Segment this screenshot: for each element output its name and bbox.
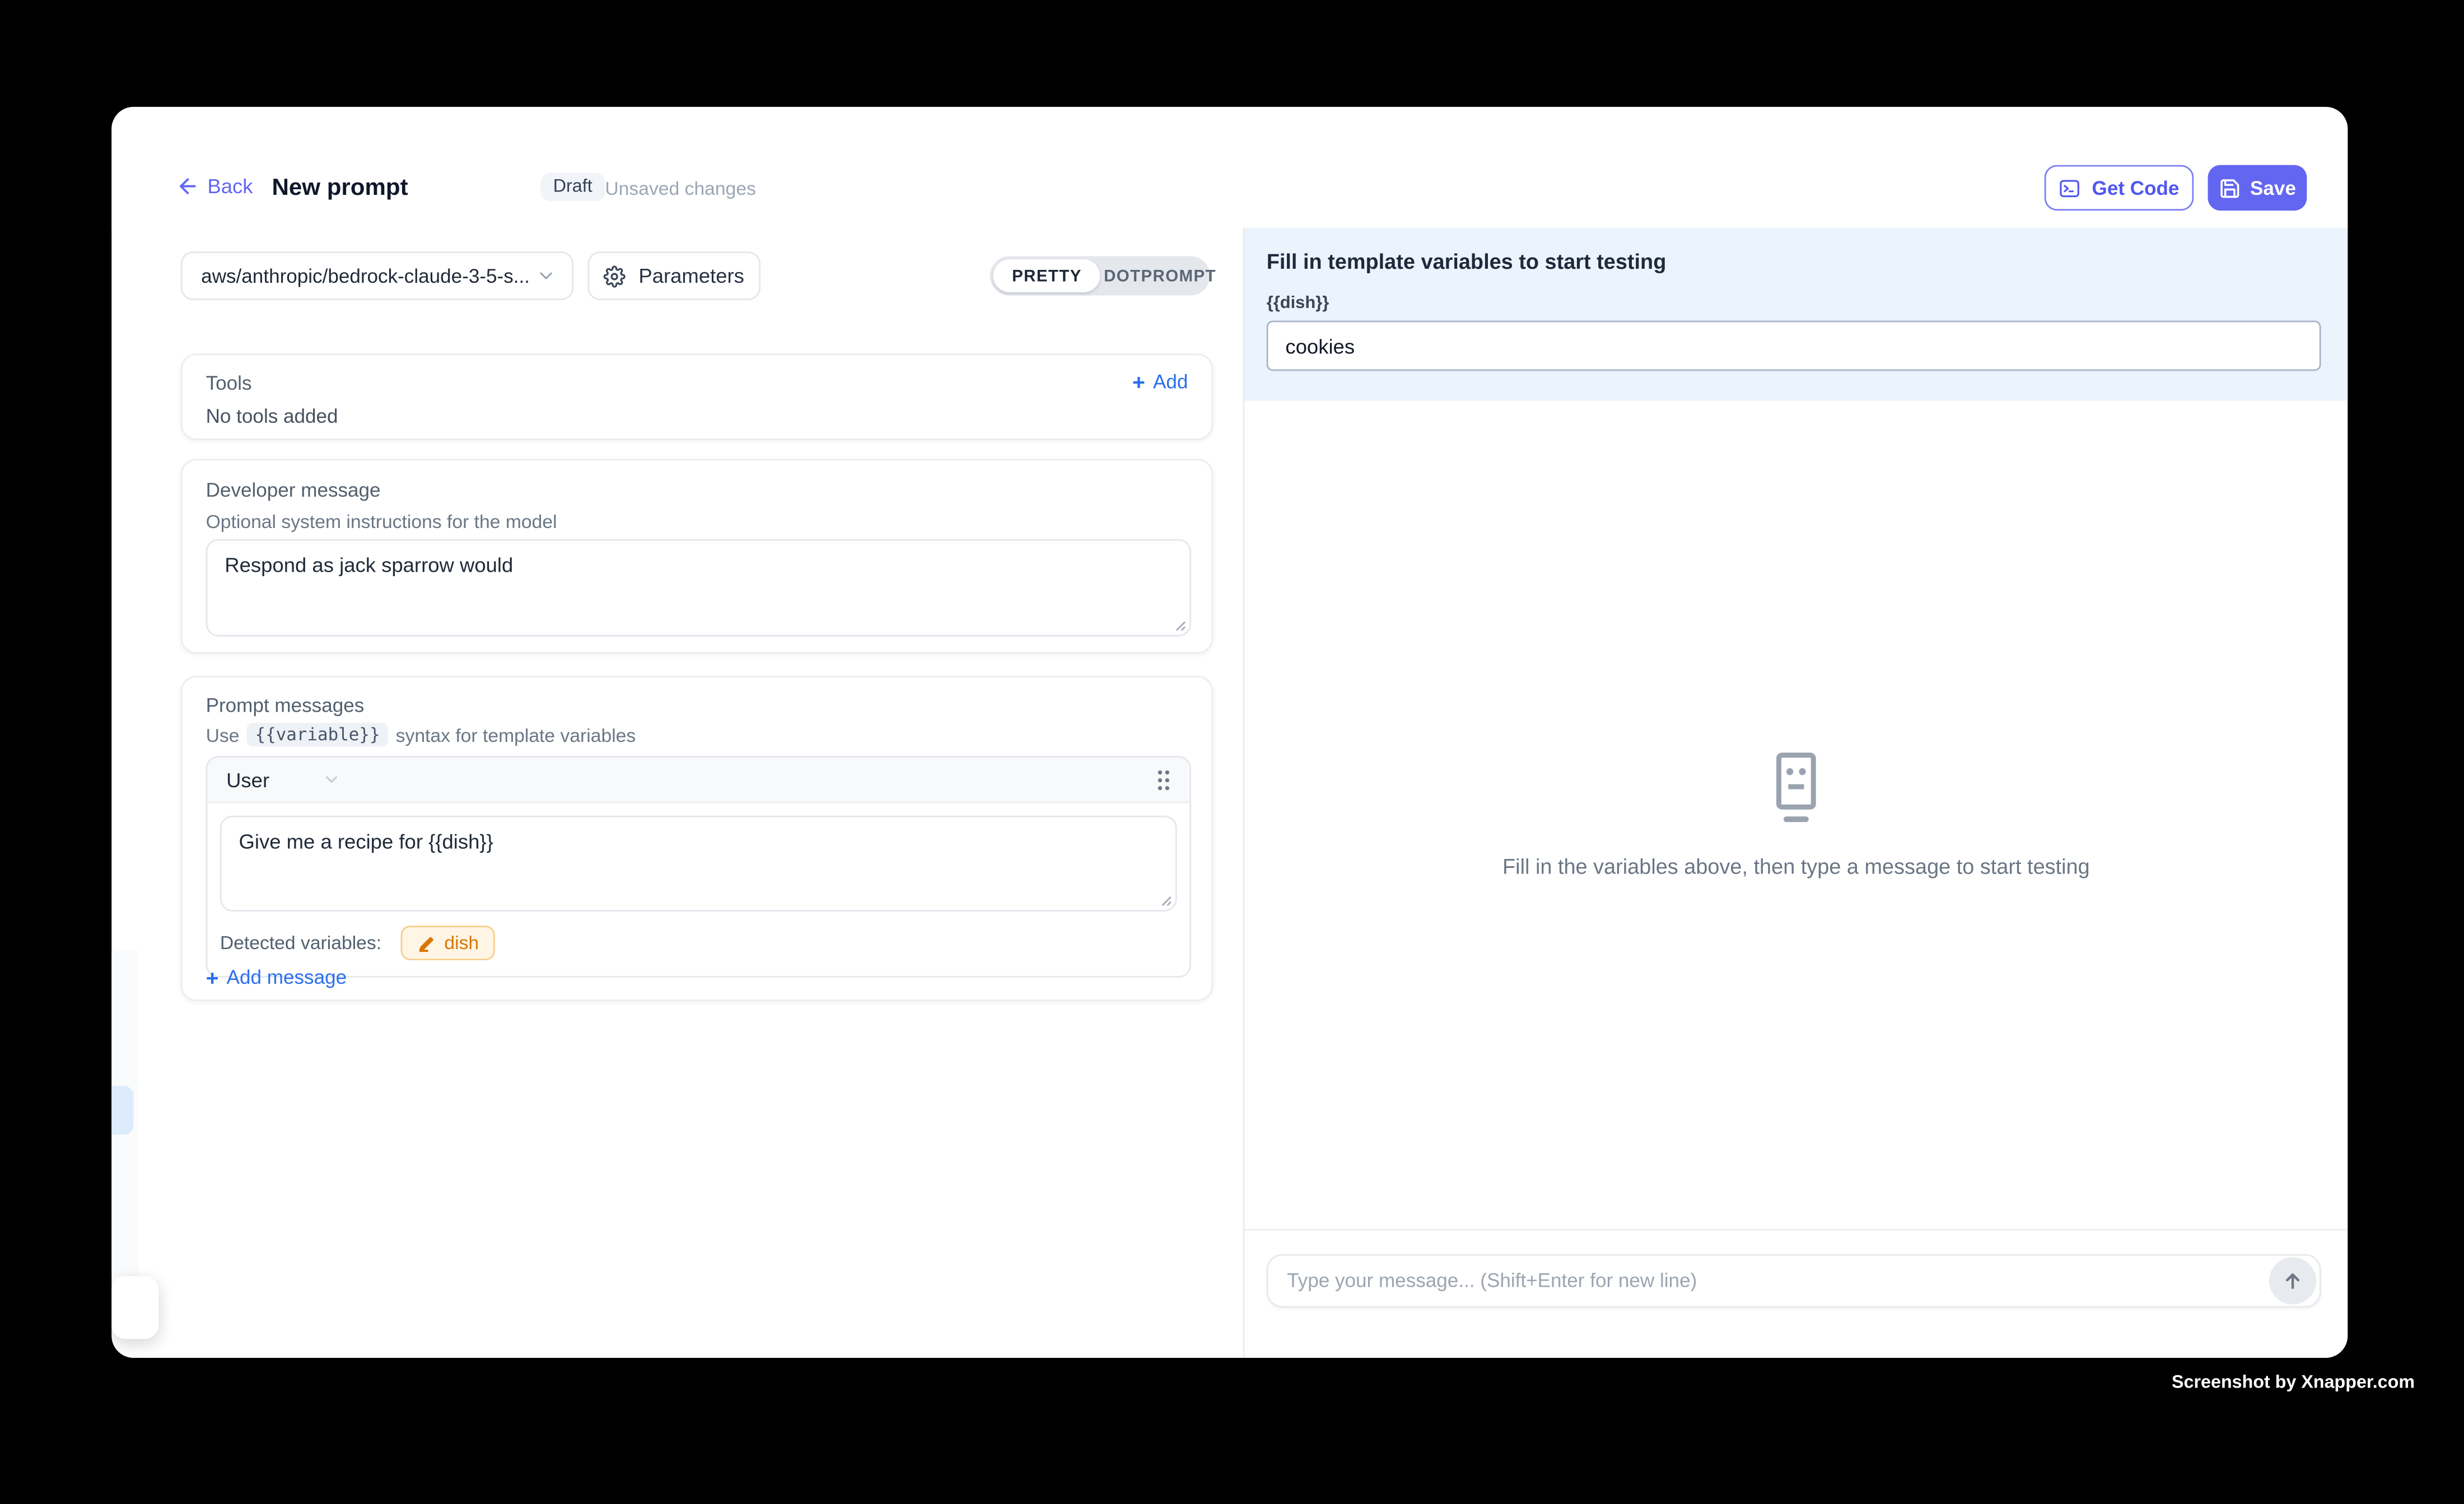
developer-message-subtitle: Optional system instructions for the mod… [206, 511, 557, 533]
back-arrow-icon [176, 175, 199, 198]
plus-icon: + [1132, 371, 1145, 393]
add-tool-label: Add [1153, 371, 1188, 393]
subtitle-prefix: Use [206, 723, 240, 745]
template-variables-panel: Fill in template variables to start test… [1244, 228, 2348, 401]
empty-state-text: Fill in the variables above, then type a… [1502, 855, 2090, 879]
toggle-option-pretty[interactable]: PRETTY [993, 259, 1100, 292]
watermark-text: Screenshot by Xnapper.com [2172, 1374, 2415, 1393]
detected-variables-row: Detected variables: dish [220, 926, 1177, 960]
resize-grip-icon[interactable] [1172, 618, 1186, 632]
role-selector[interactable]: User [226, 768, 342, 791]
save-icon [2219, 177, 2241, 199]
variable-value-input[interactable] [1267, 321, 2321, 371]
chat-message-input[interactable] [1268, 1270, 2269, 1292]
tools-card-title: Tools [206, 372, 252, 394]
developer-message-textarea[interactable]: Respond as jack sparrow would [206, 539, 1191, 637]
tools-empty-text: No tools added [206, 405, 338, 427]
view-mode-toggle: PRETTY DOTPROMPT [990, 256, 1210, 295]
parameters-button[interactable]: Parameters [587, 251, 760, 300]
variable-name-label: {{dish}} [1267, 294, 1329, 313]
back-button[interactable]: Back [176, 175, 253, 198]
chat-empty-state: Fill in the variables above, then type a… [1244, 401, 2348, 1229]
pencil-icon [416, 933, 435, 952]
header: Back New prompt Draft Unsaved changes Ge… [111, 107, 2348, 228]
parameters-label: Parameters [638, 264, 744, 288]
chevron-down-icon [536, 265, 556, 286]
resize-grip-icon[interactable] [1158, 893, 1172, 907]
model-selector[interactable]: aws/anthropic/bedrock-claude-3-5-s... [181, 251, 574, 300]
drag-handle-icon[interactable] [1156, 768, 1170, 791]
model-selector-value: aws/anthropic/bedrock-claude-3-5-s... [201, 265, 536, 287]
detected-variables-label: Detected variables: [220, 932, 381, 954]
message-block: User Give me a recipe for {{dish}} Detec… [206, 756, 1191, 978]
chat-input-bar [1244, 1229, 2348, 1358]
terminal-icon [2059, 177, 2081, 199]
gear-icon [604, 265, 626, 287]
add-tool-button[interactable]: + Add [1132, 371, 1188, 393]
developer-message-title: Developer message [206, 479, 381, 501]
template-variables-title: Fill in template variables to start test… [1267, 250, 1667, 273]
send-arrow-icon [2281, 1270, 2303, 1292]
screenshot-stage: Back New prompt Draft Unsaved changes Ge… [0, 0, 2464, 1504]
add-message-button[interactable]: + Add message [206, 966, 347, 988]
unsaved-changes-text: Unsaved changes [605, 178, 756, 199]
role-value: User [226, 768, 269, 791]
developer-message-card: Developer message Optional system instru… [181, 459, 1214, 654]
edge-floating-card [111, 1276, 158, 1339]
back-label: Back [207, 175, 253, 198]
app-window: Back New prompt Draft Unsaved changes Ge… [111, 107, 2348, 1358]
status-badge: Draft [540, 173, 605, 202]
edge-sidebar-highlight [111, 1086, 133, 1134]
variable-chip-label: dish [444, 932, 479, 954]
prompt-messages-subtitle: Use {{variable}} syntax for template var… [206, 723, 636, 746]
tools-card: Tools + Add No tools added [181, 354, 1214, 440]
toggle-option-dotprompt[interactable]: DOTPROMPT [1104, 256, 1216, 295]
variable-syntax-chip: {{variable}} [248, 723, 388, 746]
robot-icon [1768, 751, 1824, 824]
plus-icon: + [206, 966, 219, 988]
page-title: New prompt [272, 175, 408, 202]
message-textarea[interactable]: Give me a recipe for {{dish}} [220, 816, 1177, 912]
send-button[interactable] [2269, 1257, 2316, 1304]
save-button[interactable]: Save [2208, 165, 2307, 211]
variable-chip-dish[interactable]: dish [400, 926, 494, 960]
prompt-messages-card: Prompt messages Use {{variable}} syntax … [181, 676, 1214, 1001]
chevron-down-icon [323, 770, 342, 789]
chat-input-container [1267, 1254, 2321, 1307]
get-code-button[interactable]: Get Code [2045, 165, 2194, 211]
prompt-messages-title: Prompt messages [206, 695, 365, 717]
get-code-label: Get Code [2092, 177, 2180, 199]
message-header: User [207, 758, 1189, 803]
save-label: Save [2250, 177, 2296, 199]
subtitle-suffix: syntax for template variables [396, 723, 636, 745]
add-message-label: Add message [227, 966, 347, 988]
